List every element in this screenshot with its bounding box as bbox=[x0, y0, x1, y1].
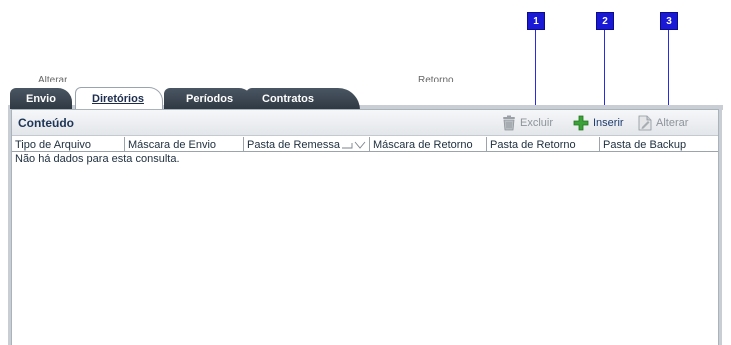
sort-descending-icon bbox=[354, 141, 366, 149]
tab-envio[interactable]: Envio bbox=[10, 88, 72, 110]
column-header-label: Tipo de Arquivo bbox=[15, 138, 92, 151]
content-panel-inner: Conteúdo Excluir Inserir Alterar Tipo de… bbox=[11, 109, 719, 345]
column-header-pasta-de-retorno[interactable]: Pasta de Retorno bbox=[487, 137, 600, 152]
callout-marker-3: 3 bbox=[660, 12, 678, 30]
excluir-button[interactable]: Excluir bbox=[502, 115, 553, 131]
clipped-label-center: Retorno bbox=[418, 76, 454, 82]
panel-title: Conteúdo bbox=[18, 116, 74, 130]
tab-periodos[interactable]: Períodos bbox=[164, 88, 254, 110]
clipped-label-left: Alterar bbox=[38, 76, 68, 82]
tab-periodos-label: Períodos bbox=[186, 93, 234, 105]
column-header-mascara-de-envio[interactable]: Máscara de Envio bbox=[125, 137, 244, 152]
content-panel: Conteúdo Excluir Inserir Alterar Tipo de… bbox=[8, 109, 722, 345]
alterar-button[interactable]: Alterar bbox=[638, 115, 688, 131]
column-header-label: Pasta de Remessa bbox=[247, 138, 340, 151]
grid-header: Tipo de Arquivo Máscara de Envio Pasta d… bbox=[12, 137, 718, 152]
column-header-pasta-de-backup[interactable]: Pasta de Backup bbox=[600, 137, 718, 152]
tab-diretorios[interactable]: Diretórios bbox=[75, 87, 163, 110]
tab-contratos-label: Contratos bbox=[262, 93, 314, 105]
alterar-label: Alterar bbox=[656, 117, 689, 129]
column-header-label: Máscara de Envio bbox=[128, 138, 217, 151]
column-header-label: Pasta de Backup bbox=[603, 138, 687, 151]
callout-marker-1: 1 bbox=[527, 12, 545, 30]
panel-toolbar: Conteúdo Excluir Inserir Alterar bbox=[12, 110, 718, 136]
excluir-label: Excluir bbox=[520, 117, 554, 129]
tab-contratos[interactable]: Contratos bbox=[246, 88, 360, 110]
tab-strip: Envio Períodos Contratos Diretórios bbox=[8, 84, 723, 110]
inserir-label: Inserir bbox=[593, 117, 624, 129]
column-header-tipo-de-arquivo[interactable]: Tipo de Arquivo bbox=[12, 137, 125, 152]
document-edit-icon bbox=[638, 115, 652, 131]
sort-ascending-icon bbox=[341, 142, 353, 148]
data-grid: Tipo de Arquivo Máscara de Envio Pasta d… bbox=[12, 137, 718, 166]
trash-icon bbox=[503, 115, 515, 131]
tab-envio-label: Envio bbox=[26, 93, 56, 105]
column-header-mascara-de-retorno[interactable]: Máscara de Retorno bbox=[370, 137, 487, 152]
column-header-label: Pasta de Retorno bbox=[490, 138, 576, 151]
plus-icon bbox=[573, 115, 589, 131]
empty-grid-message: Não há dados para esta consulta. bbox=[15, 153, 180, 165]
tab-diretorios-label: Diretórios bbox=[92, 93, 144, 105]
inserir-button[interactable]: Inserir bbox=[573, 115, 624, 131]
column-header-pasta-de-remessa[interactable]: Pasta de Remessa bbox=[244, 137, 370, 152]
column-header-label: Máscara de Retorno bbox=[373, 138, 473, 151]
callout-marker-2: 2 bbox=[596, 12, 614, 30]
